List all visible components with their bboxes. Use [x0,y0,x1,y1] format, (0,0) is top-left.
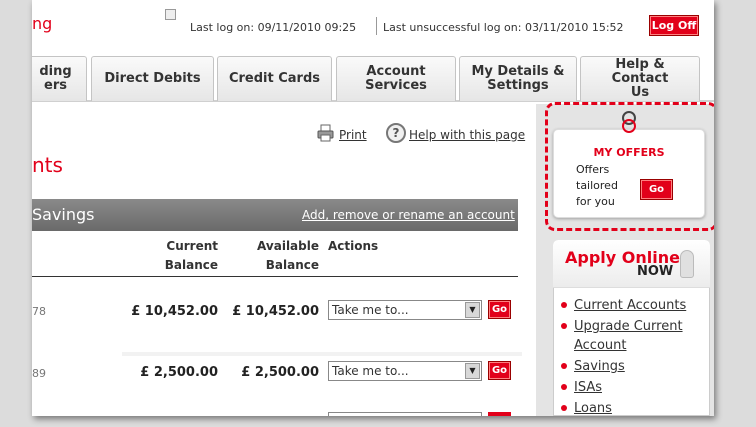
my-offers-go-button[interactable]: Go [640,179,673,200]
go-button[interactable]: Go [488,361,511,380]
take-me-to-select[interactable]: Take me to... ▼ [328,361,482,381]
tab-label: Credit Cards [228,71,321,86]
tab-my-details-settings[interactable]: My Details & Settings [459,56,577,101]
account-number-fragment: 89 [32,367,46,380]
section-title: Savings [32,205,95,224]
current-balance-value: £ 10,452.00 [131,304,218,319]
page-title: nts [32,153,63,177]
apply-now-label: NOW [637,264,674,279]
header-text: Balance [164,258,218,272]
tab-savings-borrowing[interactable]: ding ers [32,56,87,101]
offers-text-line: for you [576,195,615,208]
available-balance-header: Available Balance [232,237,319,275]
log-off-button[interactable]: Log Off [649,15,699,36]
tab-label: Help & Contact [611,57,669,86]
apply-link-loans[interactable]: Loans [574,399,692,416]
keyring-ring-icon [622,119,636,133]
main-navigation: ding ers Direct Debits Credit Cards Accou… [32,56,714,102]
tab-account-services[interactable]: Account Services [336,56,456,101]
select-value: Take me to... [332,303,409,317]
last-unsuccessful-log-on-text: Last unsuccessful log on: 03/11/2010 15:… [383,21,624,34]
tab-label: Settings [487,78,549,93]
available-balance-value: £ 10,452.00 [232,304,319,319]
apply-link-isas[interactable]: ISAs [574,378,692,397]
printer-icon[interactable] [317,124,334,142]
bullet-icon [561,405,567,411]
browser-page: ng Last log on: 09/11/2010 09:25 Last un… [32,0,714,416]
print-link[interactable]: Print [339,128,367,142]
small-image-icon [165,9,176,20]
current-balance-header: Current Balance [132,237,218,275]
apply-link-upgrade-current-account[interactable]: Upgrade Current Account [574,317,692,355]
bullet-icon [561,323,567,329]
last-log-on-text: Last log on: 09/11/2010 09:25 [190,21,357,34]
bullet-icon [561,363,567,369]
tab-label: Us [630,85,650,100]
header-text: Current [166,239,218,253]
my-offers-title: MY OFFERS [593,146,665,159]
tab-direct-debits[interactable]: Direct Debits [91,56,214,101]
available-balance-value: £ 2,500.00 [241,365,319,380]
take-me-to-select[interactable]: Take me to... ▼ [328,300,482,320]
offers-text-line: tailored [576,179,618,192]
brand-logo-fragment: ng [32,14,53,33]
table-header-divider [32,276,518,277]
tab-label: ding [39,64,72,79]
dropdown-arrow-icon[interactable]: ▼ [465,302,480,318]
dropdown-arrow-icon[interactable]: ▼ [465,363,480,379]
offers-text-line: Offers [576,163,610,176]
current-balance-value: £ 2,500.00 [140,365,218,380]
my-offers-text: Offers tailored for you [576,162,636,210]
actions-header: Actions [328,239,379,253]
link-text[interactable]: Upgrade Current [574,317,692,336]
bullet-icon [561,384,567,390]
row-separator [122,352,522,356]
tab-label: Services [365,78,427,93]
tab-help-contact[interactable]: Help & Contact Us [580,56,700,101]
select-value: Take me to... [332,364,409,378]
take-me-to-select[interactable] [328,412,482,416]
tab-label: Direct Debits [104,71,201,86]
header-divider [376,17,377,35]
exclamation-icon [680,250,694,278]
tab-label: Account [366,64,426,79]
tab-credit-cards[interactable]: Credit Cards [217,56,332,101]
bullet-icon [561,302,567,308]
add-remove-rename-account-link[interactable]: Add, remove or rename an account [302,208,515,222]
link-text[interactable]: Account [574,336,692,355]
apply-link-savings[interactable]: Savings [574,357,692,376]
header-text: Available [257,239,319,253]
apply-link-current-accounts[interactable]: Current Accounts [574,296,692,315]
go-button[interactable] [488,412,511,416]
go-button[interactable]: Go [488,300,511,319]
help-icon[interactable]: ? [386,123,406,143]
tab-label: My Details & [471,64,565,79]
tab-label: ers [44,78,67,93]
help-with-this-page-link[interactable]: Help with this page [409,128,525,142]
account-number-fragment: 78 [32,305,46,318]
header-text: Balance [265,258,319,272]
